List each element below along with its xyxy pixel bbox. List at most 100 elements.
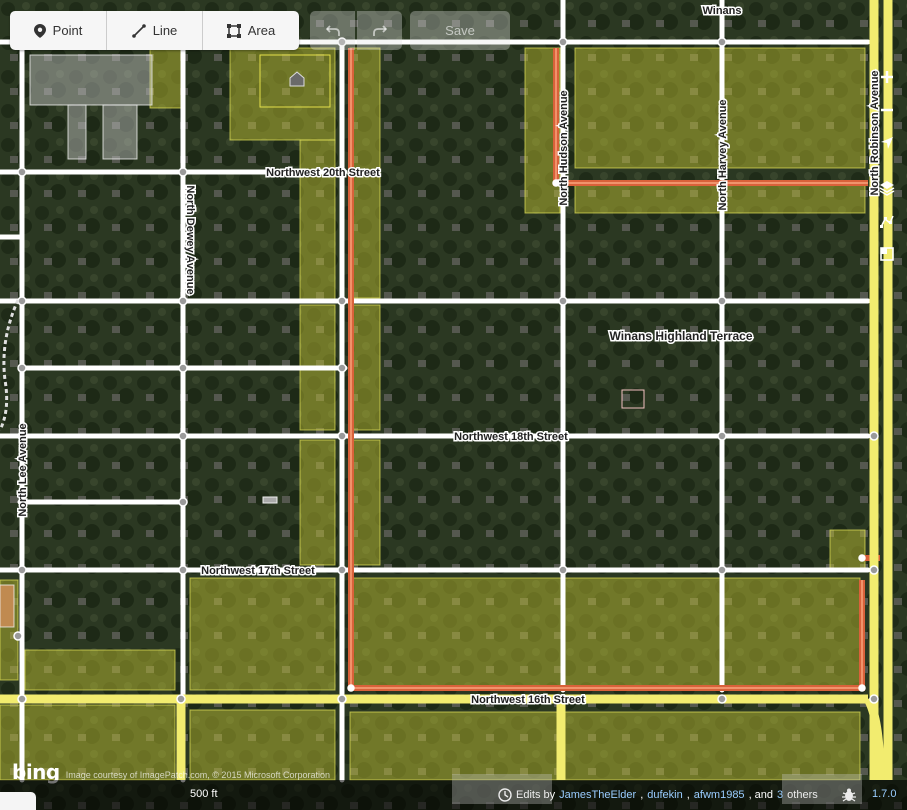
layers-icon: [879, 180, 895, 196]
residential-area[interactable]: [189, 577, 336, 691]
point-label: Point: [52, 23, 83, 38]
redo-button[interactable]: [357, 11, 402, 50]
vertex[interactable]: [558, 37, 568, 47]
vertex[interactable]: [337, 296, 347, 306]
residential-area[interactable]: [229, 47, 336, 141]
residential-area[interactable]: [299, 139, 336, 301]
vertex[interactable]: [17, 363, 27, 373]
vertex[interactable]: [13, 631, 23, 641]
residential-area[interactable]: [829, 529, 866, 571]
issues-icon: [880, 246, 894, 261]
point-icon: [33, 23, 46, 38]
add-area-button[interactable]: Area: [203, 11, 299, 50]
building-marker-icon[interactable]: [262, 496, 278, 504]
redo-icon: [372, 24, 387, 36]
vertex[interactable]: [337, 363, 347, 373]
vertex[interactable]: [869, 694, 879, 704]
vertex[interactable]: [717, 431, 727, 441]
street-label-nw18: Northwest 18th Street: [454, 431, 568, 443]
vertex[interactable]: [337, 431, 347, 441]
street-label-nw20: Northwest 20th Street: [266, 167, 380, 179]
residential-area[interactable]: [299, 439, 336, 566]
add-line-button[interactable]: Line: [107, 11, 203, 50]
separator: ,: [686, 789, 690, 801]
area-icon: [226, 23, 241, 38]
vertex[interactable]: [17, 565, 27, 575]
help-panel-toggle[interactable]: [782, 774, 862, 804]
add-point-button[interactable]: Point: [10, 11, 107, 50]
vertex[interactable]: [558, 296, 568, 306]
area-label: Area: [247, 23, 276, 38]
map-controls: [867, 60, 907, 270]
building[interactable]: [29, 54, 153, 106]
map-canvas[interactable]: Winans Northwest 20th Street Northwest 1…: [0, 0, 907, 810]
background-layers-button[interactable]: [867, 171, 907, 204]
issues-button[interactable]: [867, 237, 907, 270]
building[interactable]: [67, 104, 87, 160]
residential-area[interactable]: [349, 439, 381, 566]
undo-button[interactable]: [310, 11, 355, 50]
scale-bar[interactable]: 500 ft: [190, 788, 218, 800]
residential-area[interactable]: [349, 711, 861, 781]
place-label-winans: Winans: [702, 5, 741, 17]
vertex[interactable]: [869, 565, 879, 575]
zoom-out-button[interactable]: [867, 93, 907, 126]
vertex[interactable]: [717, 296, 727, 306]
vertex[interactable]: [337, 694, 347, 704]
editor-link[interactable]: JamesTheElder: [559, 789, 636, 801]
zoom-in-button[interactable]: [867, 60, 907, 93]
vertex[interactable]: [558, 565, 568, 575]
vertex[interactable]: [17, 167, 27, 177]
street-label-harvey: North Harvey Avenue: [717, 99, 729, 210]
residential-area[interactable]: [24, 649, 176, 691]
editor-link[interactable]: dufekin: [647, 789, 682, 801]
and-text: , and: [748, 789, 774, 801]
vertex[interactable]: [717, 37, 727, 47]
street-label-dewey: North Dewey Avenue: [184, 185, 196, 294]
building[interactable]: [102, 104, 138, 160]
save-button[interactable]: Save: [410, 11, 510, 50]
vertex[interactable]: [17, 694, 27, 704]
minus-icon: [881, 108, 893, 111]
vertex[interactable]: [717, 694, 727, 704]
vertex[interactable]: [858, 554, 866, 562]
version-link[interactable]: 1.7.0: [872, 788, 896, 800]
geolocate-button[interactable]: [867, 126, 907, 159]
vertex[interactable]: [337, 565, 347, 575]
line-icon: [131, 23, 146, 38]
info-panel-tab[interactable]: [0, 792, 36, 810]
mode-toolbar: Point Line Area: [10, 11, 299, 50]
vertex[interactable]: [347, 684, 355, 692]
vertex[interactable]: [858, 684, 866, 692]
vertex[interactable]: [717, 565, 727, 575]
residential-area[interactable]: [149, 47, 186, 109]
residential-area[interactable]: [349, 304, 381, 431]
street-label-hudson: North Hudson Avenue: [558, 90, 570, 205]
vertex[interactable]: [178, 497, 188, 507]
minimap-toggle[interactable]: [452, 774, 552, 804]
separator: ,: [640, 789, 644, 801]
vertex[interactable]: [178, 167, 188, 177]
map-data-button[interactable]: [867, 204, 907, 237]
scale-label: 500 ft: [190, 788, 218, 800]
undo-redo-group: [310, 11, 402, 50]
street-label-lee: North Lee Avenue: [17, 423, 29, 516]
vertex[interactable]: [17, 296, 27, 306]
vertex[interactable]: [178, 565, 188, 575]
vertex[interactable]: [869, 431, 879, 441]
line-label: Line: [152, 23, 178, 38]
editor-link[interactable]: afwm1985: [694, 789, 745, 801]
location-arrow-icon: [881, 136, 893, 149]
vertex[interactable]: [178, 431, 188, 441]
undo-icon: [325, 24, 340, 36]
plus-icon: [881, 70, 893, 83]
street-label-nw17: Northwest 17th Street: [201, 565, 315, 577]
vertex[interactable]: [178, 363, 188, 373]
building[interactable]: [0, 584, 15, 628]
residential-area[interactable]: [349, 577, 861, 691]
vertex[interactable]: [178, 296, 188, 306]
street-label-nw16: Northwest 16th Street: [471, 694, 585, 706]
map-data-icon: [880, 215, 894, 228]
neighborhood-label: Winans Highland Terrace: [609, 329, 752, 343]
vertex[interactable]: [176, 694, 186, 704]
